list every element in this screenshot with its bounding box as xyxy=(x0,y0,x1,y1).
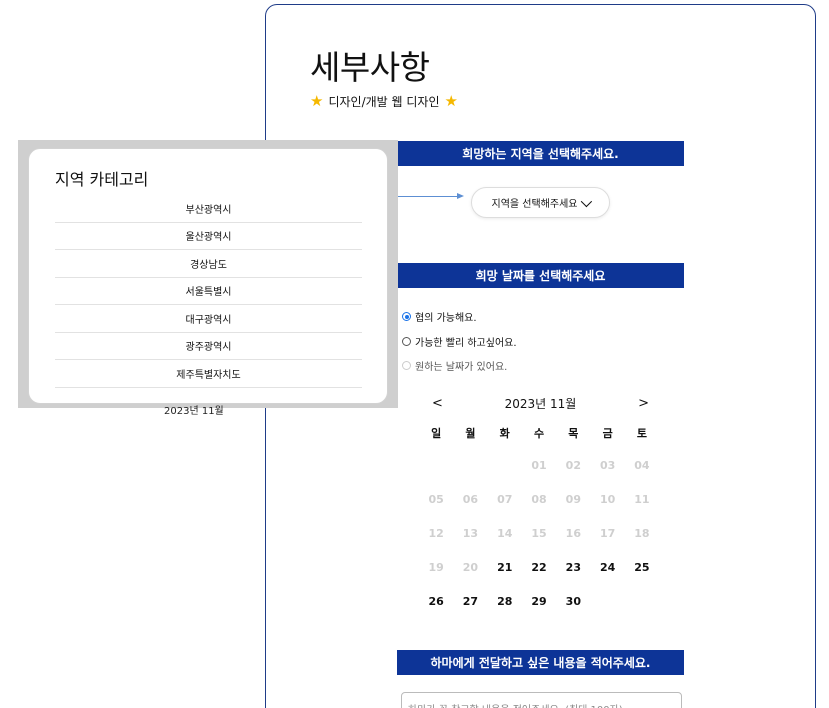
calendar-day: 09 xyxy=(565,493,581,506)
calendar-empty-cell xyxy=(419,449,453,483)
region-item[interactable]: 제주특별자치도 xyxy=(55,360,362,388)
calendar-day[interactable]: 24 xyxy=(590,551,624,585)
calendar-day: 17 xyxy=(599,527,616,540)
region-item[interactable]: 광주광역시 xyxy=(55,333,362,360)
region-item[interactable]: 부산광역시 xyxy=(55,195,362,223)
message-input[interactable]: 하마가 꼭 참고할 내용을 적어주세요. (최대 100자) xyxy=(401,692,682,708)
region-item[interactable]: 울산광역시 xyxy=(55,223,362,250)
calendar-day: 02 xyxy=(565,459,581,472)
prev-month-button[interactable]: < xyxy=(432,396,443,411)
category-label: 디자인/개발 웹 디자인 xyxy=(328,95,440,109)
weekday-label: 수 xyxy=(533,427,545,440)
chevron-down-icon xyxy=(581,195,593,207)
calendar-day[interactable]: 21 xyxy=(488,551,522,585)
calendar-day[interactable]: 27 xyxy=(453,585,487,619)
calendar-header: < 2023년 11월 > xyxy=(419,391,659,415)
calendar-month-label: 2023년 11월 xyxy=(504,396,577,411)
calendar-day[interactable]: 28 xyxy=(488,585,522,619)
calendar-day: 01 xyxy=(531,459,547,472)
calendar-day: 18 xyxy=(634,527,650,540)
region-select-label: 지역을 선택해주세요 xyxy=(491,199,578,210)
calendar-day: 19 xyxy=(428,561,444,574)
radio-label: 가능한 빨리 하고싶어요. xyxy=(415,338,517,349)
calendar-day: 07 xyxy=(497,493,513,506)
weekday-label: 화 xyxy=(499,427,510,440)
region-item[interactable]: 경상남도 xyxy=(55,250,362,278)
weekday-label: 목 xyxy=(568,427,579,440)
page-title: 세부사항 xyxy=(310,48,430,87)
calendar-day[interactable]: 30 xyxy=(556,585,590,619)
star-icon: ★ xyxy=(310,92,324,110)
weekday-label: 월 xyxy=(465,427,476,440)
calendar-day[interactable]: 23 xyxy=(556,551,590,585)
calendar: < 2023년 11월 > 일 월 화 수 목 금 토 01 02 03 04 05 06 07 08 09… xyxy=(419,391,659,619)
radio-asap[interactable]: 가능한 빨리 하고싶어요. xyxy=(402,334,517,349)
weekday-label: 토 xyxy=(636,427,647,440)
radio-unchecked-icon[interactable] xyxy=(402,337,411,346)
connector-arrow xyxy=(394,193,464,199)
calendar-empty-cell xyxy=(488,449,522,483)
calendar-day: 12 xyxy=(428,527,444,540)
weekday-label: 일 xyxy=(431,427,442,440)
region-category-title: 지역 카테고리 xyxy=(55,170,149,189)
calendar-day: 10 xyxy=(599,493,616,506)
calendar-day: 13 xyxy=(462,527,479,540)
category-subtitle: ★ 디자인/개발 웹 디자인 ★ xyxy=(310,93,458,110)
calendar-day: 20 xyxy=(462,561,479,574)
calendar-day[interactable]: 29 xyxy=(522,585,556,619)
calendar-day[interactable]: 26 xyxy=(419,585,453,619)
star-icon: ★ xyxy=(444,92,458,110)
radio-negotiable[interactable]: 협의 가능해요. xyxy=(402,309,477,324)
region-category-modal: 지역 카테고리 부산광역시 울산광역시 경상남도 서울특별시 대구광역시 광주광역시 제주특… xyxy=(28,148,388,404)
region-item[interactable]: 서울특별시 xyxy=(55,278,362,305)
calendar-day[interactable]: 25 xyxy=(625,551,659,585)
calendar-day: 11 xyxy=(634,493,650,506)
calendar-day[interactable]: 22 xyxy=(522,551,556,585)
radio-label: 협의 가능해요. xyxy=(415,313,477,324)
region-list: 부산광역시 울산광역시 경상남도 서울특별시 대구광역시 광주광역시 제주특별자치도 xyxy=(55,195,362,388)
calendar-days: 01 02 03 04 05 06 07 08 09 10 11 12 13 14 15 16 17 18 19 20… xyxy=(419,449,659,619)
radio-checked-icon[interactable] xyxy=(402,312,411,321)
calendar-empty-cell xyxy=(590,585,624,619)
calendar-day: 15 xyxy=(531,527,547,540)
next-month-button[interactable]: > xyxy=(638,396,649,411)
radio-label: 원하는 날짜가 있어요. xyxy=(415,362,508,373)
hidden-calendar-month: 2023년 11월 xyxy=(164,406,224,417)
radio-disabled-icon[interactable] xyxy=(402,361,411,370)
calendar-day: 05 xyxy=(428,493,444,506)
calendar-day: 16 xyxy=(565,527,581,540)
date-section-header: 희망 날짜를 선택해주세요 xyxy=(397,263,684,288)
region-section-header: 희망하는 지역을 선택해주세요. xyxy=(397,141,684,166)
calendar-empty-cell xyxy=(453,449,487,483)
calendar-empty-cell xyxy=(625,585,659,619)
calendar-day: 14 xyxy=(497,527,513,540)
page: 세부사항 ★ 디자인/개발 웹 디자인 ★ 희망하는 지역을 선택해주세요. 지… xyxy=(0,0,829,708)
message-section-header: 하마에게 전달하고 싶은 내용을 적어주세요. xyxy=(397,650,684,675)
radio-specific-date[interactable]: 원하는 날짜가 있어요. xyxy=(402,358,507,373)
weekday-label: 금 xyxy=(602,427,613,440)
calendar-day: 04 xyxy=(634,459,650,472)
calendar-day: 03 xyxy=(599,459,616,472)
region-item[interactable]: 대구광역시 xyxy=(55,305,362,333)
weekday-row: 일월화수목금토 xyxy=(419,425,659,445)
calendar-day: 06 xyxy=(462,493,479,506)
region-select-button[interactable]: 지역을 선택해주세요 xyxy=(471,187,610,218)
calendar-day: 08 xyxy=(531,493,547,506)
